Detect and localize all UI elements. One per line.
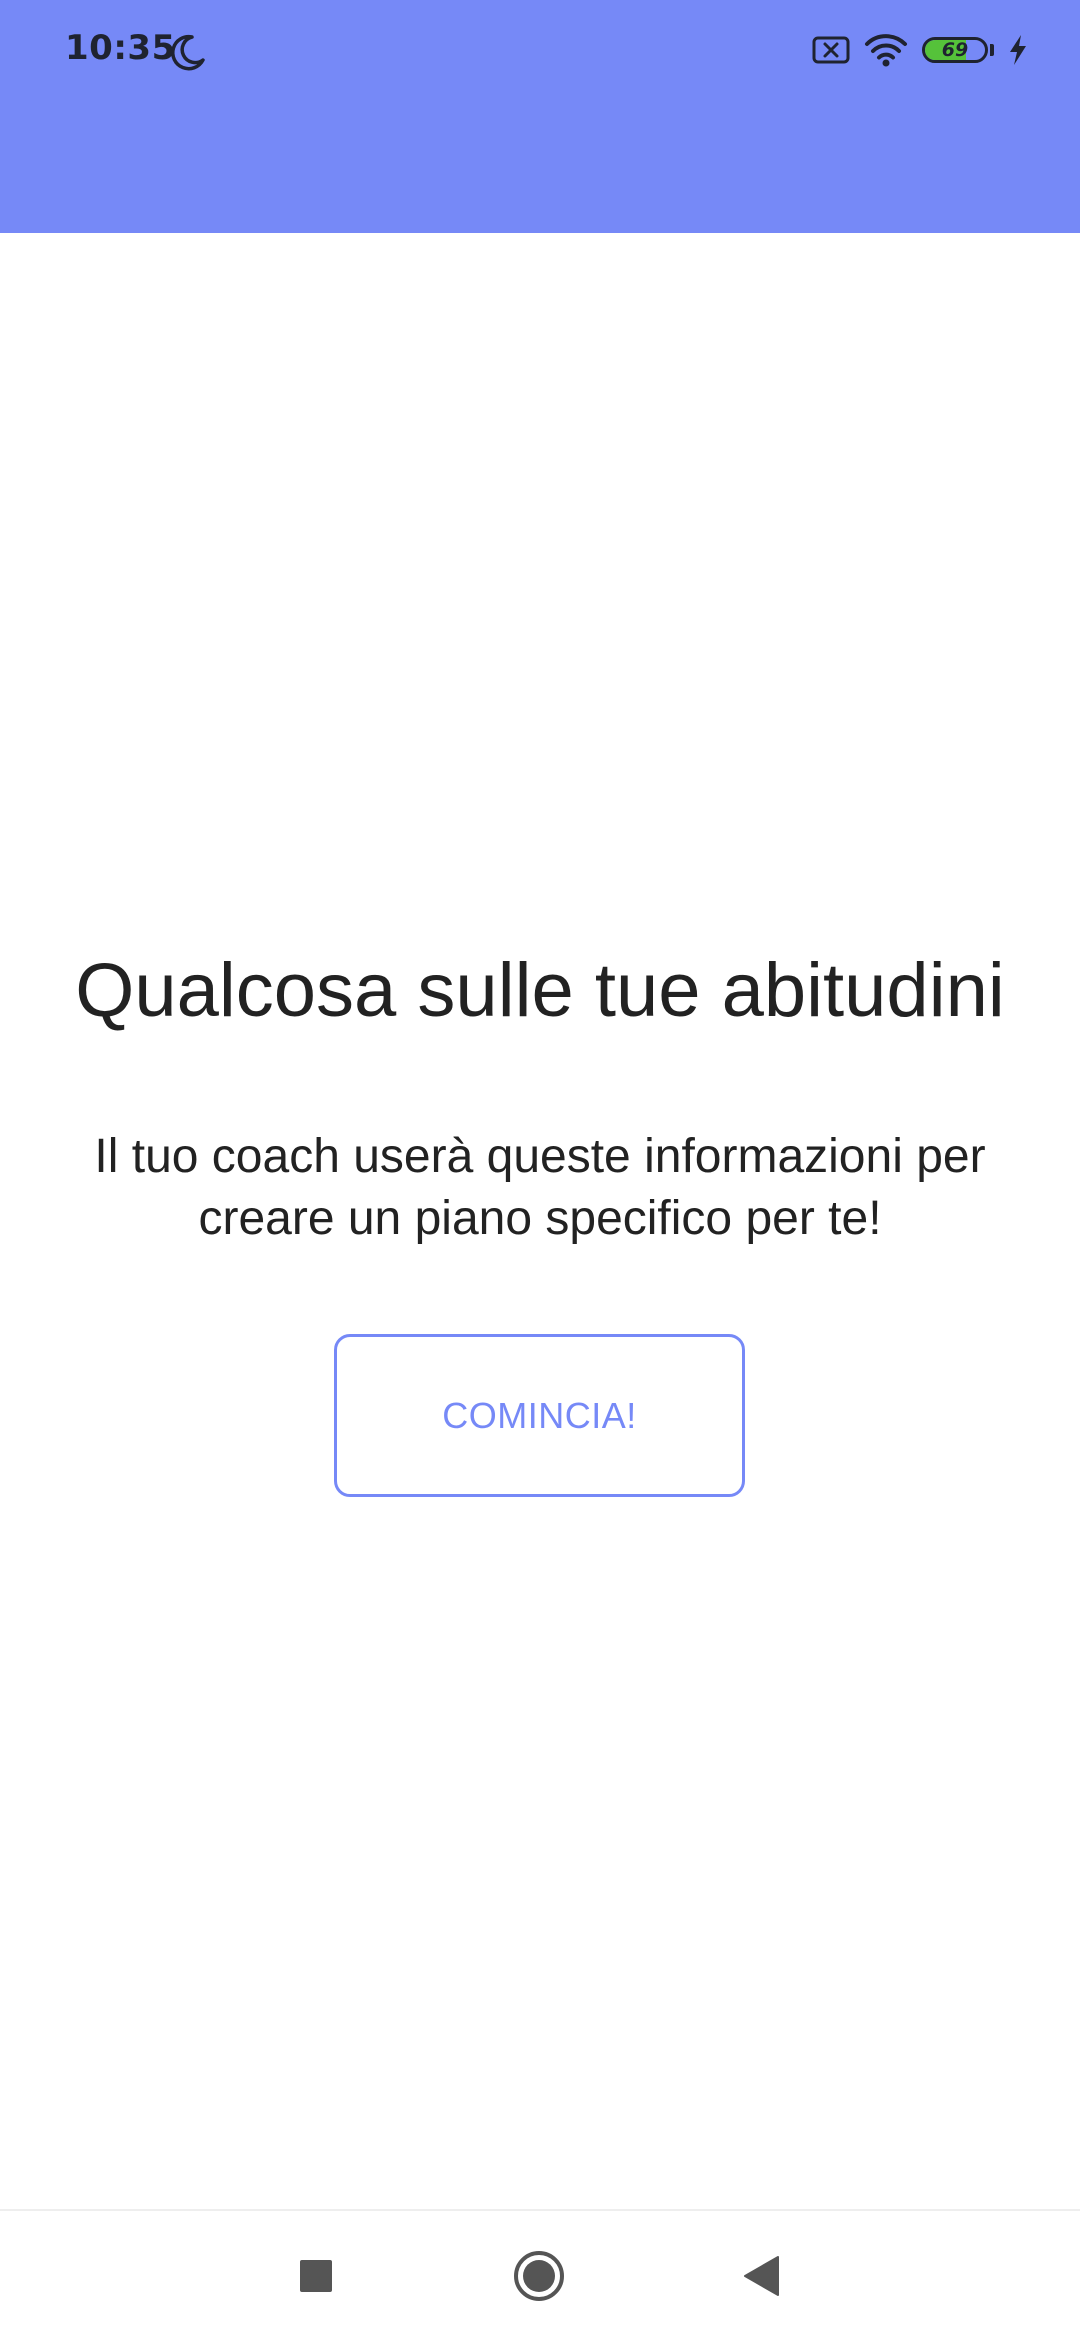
battery-icon: 69 [922, 37, 988, 63]
recents-icon[interactable] [300, 2260, 332, 2292]
charging-icon [1010, 35, 1026, 65]
system-nav-bar [0, 2211, 1080, 2340]
page-title: Qualcosa sulle tue abitudini [75, 948, 1005, 1033]
home-icon[interactable] [513, 2250, 565, 2302]
back-icon[interactable] [742, 2255, 780, 2297]
battery-level: 69 [941, 39, 969, 61]
battery-tip [990, 44, 994, 56]
app-header: 10:35 69 [0, 0, 1080, 233]
status-time: 10:35 [65, 28, 176, 68]
screen: 10:35 69 Qualcosa sulle tue abitudini Il… [0, 0, 1080, 2340]
sim-error-icon [812, 36, 850, 64]
page-subtitle: Il tuo coach userà queste informazioni p… [94, 1130, 986, 1245]
start-button[interactable]: COMINCIA! [334, 1334, 745, 1497]
status-icons: 69 [812, 28, 1028, 72]
moon-icon [171, 34, 205, 71]
wifi-icon [865, 34, 907, 67]
